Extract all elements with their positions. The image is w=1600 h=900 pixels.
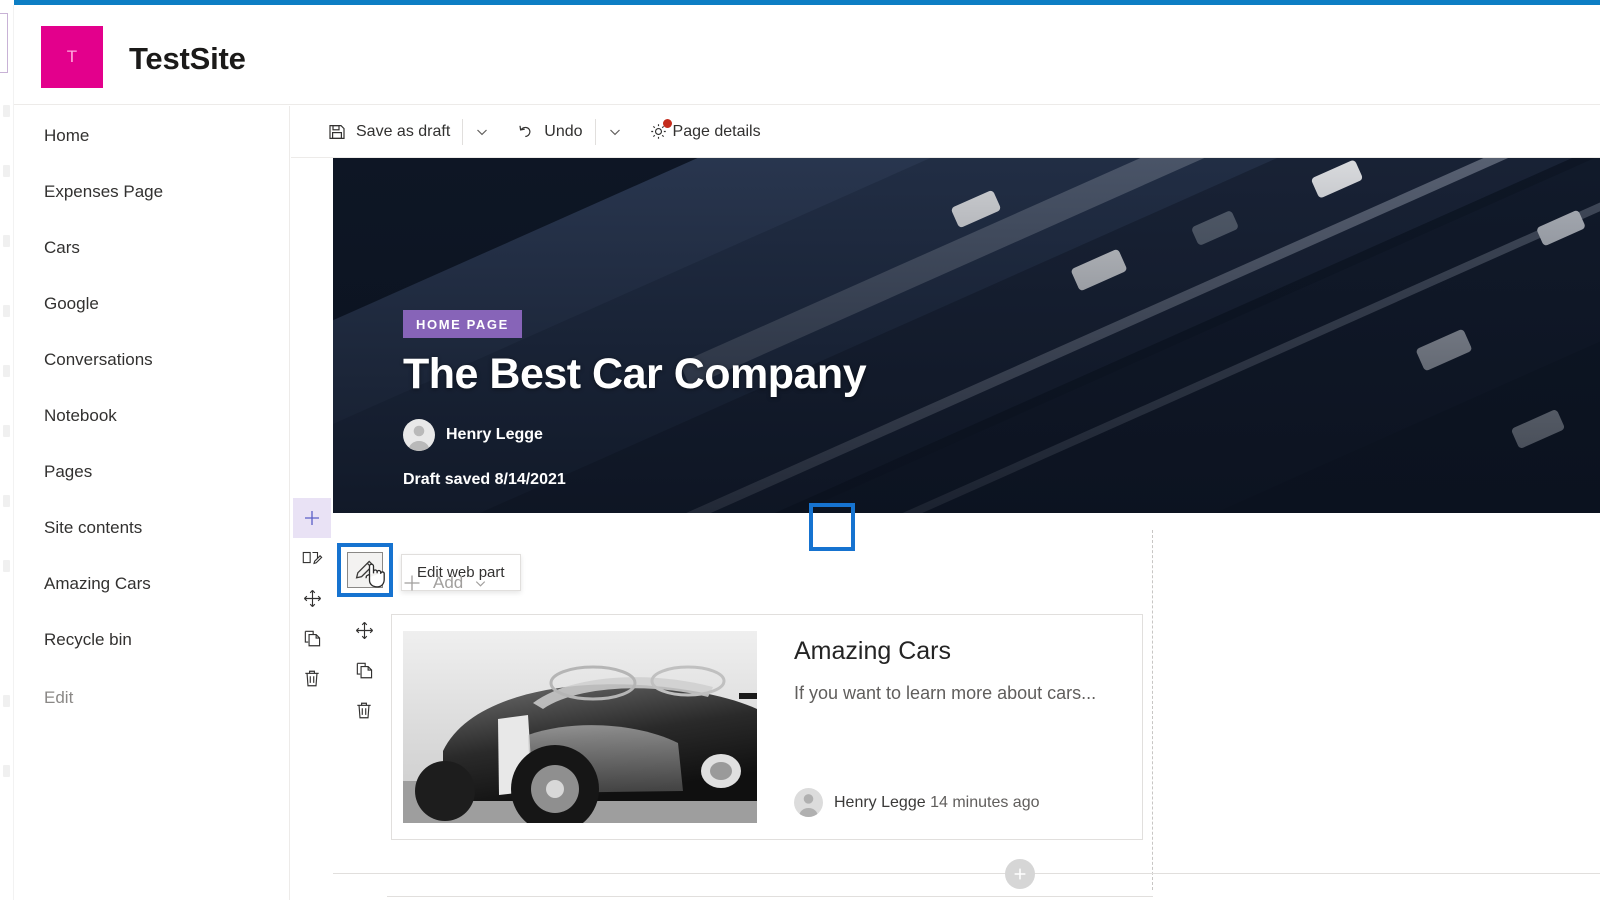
news-card-body: Amazing Cars If you want to learn more a… — [757, 615, 1142, 839]
edge-stub — [3, 695, 10, 707]
edge-stub — [3, 560, 10, 572]
trash-icon — [354, 700, 374, 721]
site-logo[interactable]: T — [41, 26, 103, 88]
save-options-chevron[interactable] — [465, 112, 499, 152]
page-author: Henry Legge — [446, 426, 543, 443]
edge-panel-stub — [0, 13, 8, 73]
delete-webpart-button[interactable] — [345, 690, 383, 730]
site-navigation: Home Expenses Page Cars Google Conversat… — [14, 106, 290, 900]
undo-label: Undo — [544, 122, 583, 140]
sidebar-item-conversations[interactable]: Conversations — [44, 350, 153, 370]
edit-section-button[interactable] — [293, 538, 331, 578]
news-card-image — [403, 631, 757, 823]
news-card-description: If you want to learn more about cars... — [794, 683, 1097, 703]
section-toolbar — [291, 498, 333, 698]
news-card-title[interactable]: Amazing Cars — [794, 637, 1122, 666]
page-category-badge: HOME PAGE — [403, 309, 522, 338]
sidebar-item-notebook[interactable]: Notebook — [44, 406, 117, 426]
browser-left-edge-strip — [0, 5, 14, 900]
edit-webpart-button[interactable] — [347, 552, 385, 588]
save-as-draft-button[interactable]: Save as draft — [317, 112, 460, 152]
section-divider — [333, 873, 1600, 874]
news-card-author: Henry Legge — [834, 793, 926, 811]
save-floppy-icon — [327, 122, 347, 142]
page-details-notification-dot — [662, 119, 672, 128]
chevron-down-icon — [607, 124, 623, 140]
page-details-label: Page details — [672, 122, 761, 140]
hero-banner[interactable]: HOME PAGE The Best Car Company Henry Leg… — [333, 158, 1600, 513]
move-icon — [302, 588, 323, 609]
avatar — [403, 419, 435, 451]
sidebar-item-cars[interactable]: Cars — [44, 238, 80, 258]
sidebar-item-site-contents[interactable]: Site contents — [44, 518, 142, 538]
site-logo-letter: T — [66, 47, 78, 66]
duplicate-icon — [302, 628, 323, 649]
plus-icon — [301, 507, 323, 529]
sidebar-item-home[interactable]: Home — [44, 126, 89, 146]
avatar — [794, 788, 823, 817]
plus-icon — [401, 572, 423, 594]
move-section-button[interactable] — [293, 578, 331, 618]
sidebar-item-pages[interactable]: Pages — [44, 462, 92, 482]
duplicate-section-button[interactable] — [293, 618, 331, 658]
save-as-draft-label: Save as draft — [356, 122, 451, 140]
edge-stub — [3, 235, 10, 247]
edge-stub — [3, 305, 10, 317]
undo-arrow-icon — [515, 122, 535, 142]
page-title[interactable]: The Best Car Company — [403, 350, 867, 399]
plus-icon — [1012, 866, 1028, 882]
news-card[interactable]: Amazing Cars If you want to learn more a… — [391, 614, 1143, 840]
hero-byline: Henry Legge — [403, 419, 866, 451]
next-section-edge — [387, 896, 1153, 897]
move-webpart-button[interactable] — [345, 610, 383, 650]
edit-webpart-highlight — [337, 543, 393, 597]
sidebar-item-expenses-page[interactable]: Expenses Page — [44, 182, 163, 202]
command-separator — [594, 118, 596, 145]
duplicate-icon — [354, 660, 375, 681]
edge-stub — [3, 365, 10, 377]
edit-section-icon — [301, 548, 323, 568]
site-header: T TestSite — [14, 5, 1600, 105]
edge-stub — [3, 165, 10, 177]
edge-stub — [3, 105, 10, 117]
edge-stub — [3, 425, 10, 437]
sidebar-item-edit[interactable]: Edit — [44, 688, 73, 708]
edge-stub — [3, 765, 10, 777]
news-card-meta: Henry Legge 14 minutes ago — [794, 788, 1039, 817]
news-card-time: 14 minutes ago — [930, 793, 1040, 811]
add-section-circle-button[interactable] — [1005, 859, 1035, 889]
add-webpart-button[interactable]: Add — [401, 572, 488, 594]
sidebar-item-recycle-bin[interactable]: Recycle bin — [44, 630, 132, 650]
delete-section-button[interactable] — [293, 658, 331, 698]
add-section-button[interactable] — [293, 498, 331, 538]
duplicate-webpart-button[interactable] — [345, 650, 383, 690]
draft-status: Draft saved 8/14/2021 — [403, 471, 566, 488]
edge-stub — [3, 495, 10, 507]
trash-icon — [302, 668, 322, 689]
add-webpart-label: Add — [433, 573, 464, 592]
undo-button[interactable]: Undo — [505, 112, 592, 152]
command-separator — [462, 118, 464, 145]
page-details-button[interactable]: Page details — [638, 112, 771, 152]
site-title[interactable]: TestSite — [129, 41, 246, 77]
undo-options-chevron[interactable] — [598, 112, 632, 152]
page-section: Add Amazing Cars If you want to learn mo… — [387, 530, 1153, 890]
sharepoint-page-editor: T TestSite Home Expenses Page Cars Googl… — [0, 0, 1600, 900]
page-canvas: HOME PAGE The Best Car Company Henry Leg… — [291, 158, 1600, 900]
move-icon — [354, 620, 375, 641]
sidebar-item-google[interactable]: Google — [44, 294, 99, 314]
command-bar: Save as draft Undo Page details — [291, 106, 1600, 158]
sidebar-item-amazing-cars[interactable]: Amazing Cars — [44, 574, 151, 594]
chevron-down-icon — [473, 576, 488, 591]
hero-content: HOME PAGE The Best Car Company Henry Leg… — [403, 309, 867, 489]
chevron-down-icon — [474, 124, 490, 140]
hand-pointer-icon — [362, 561, 388, 596]
